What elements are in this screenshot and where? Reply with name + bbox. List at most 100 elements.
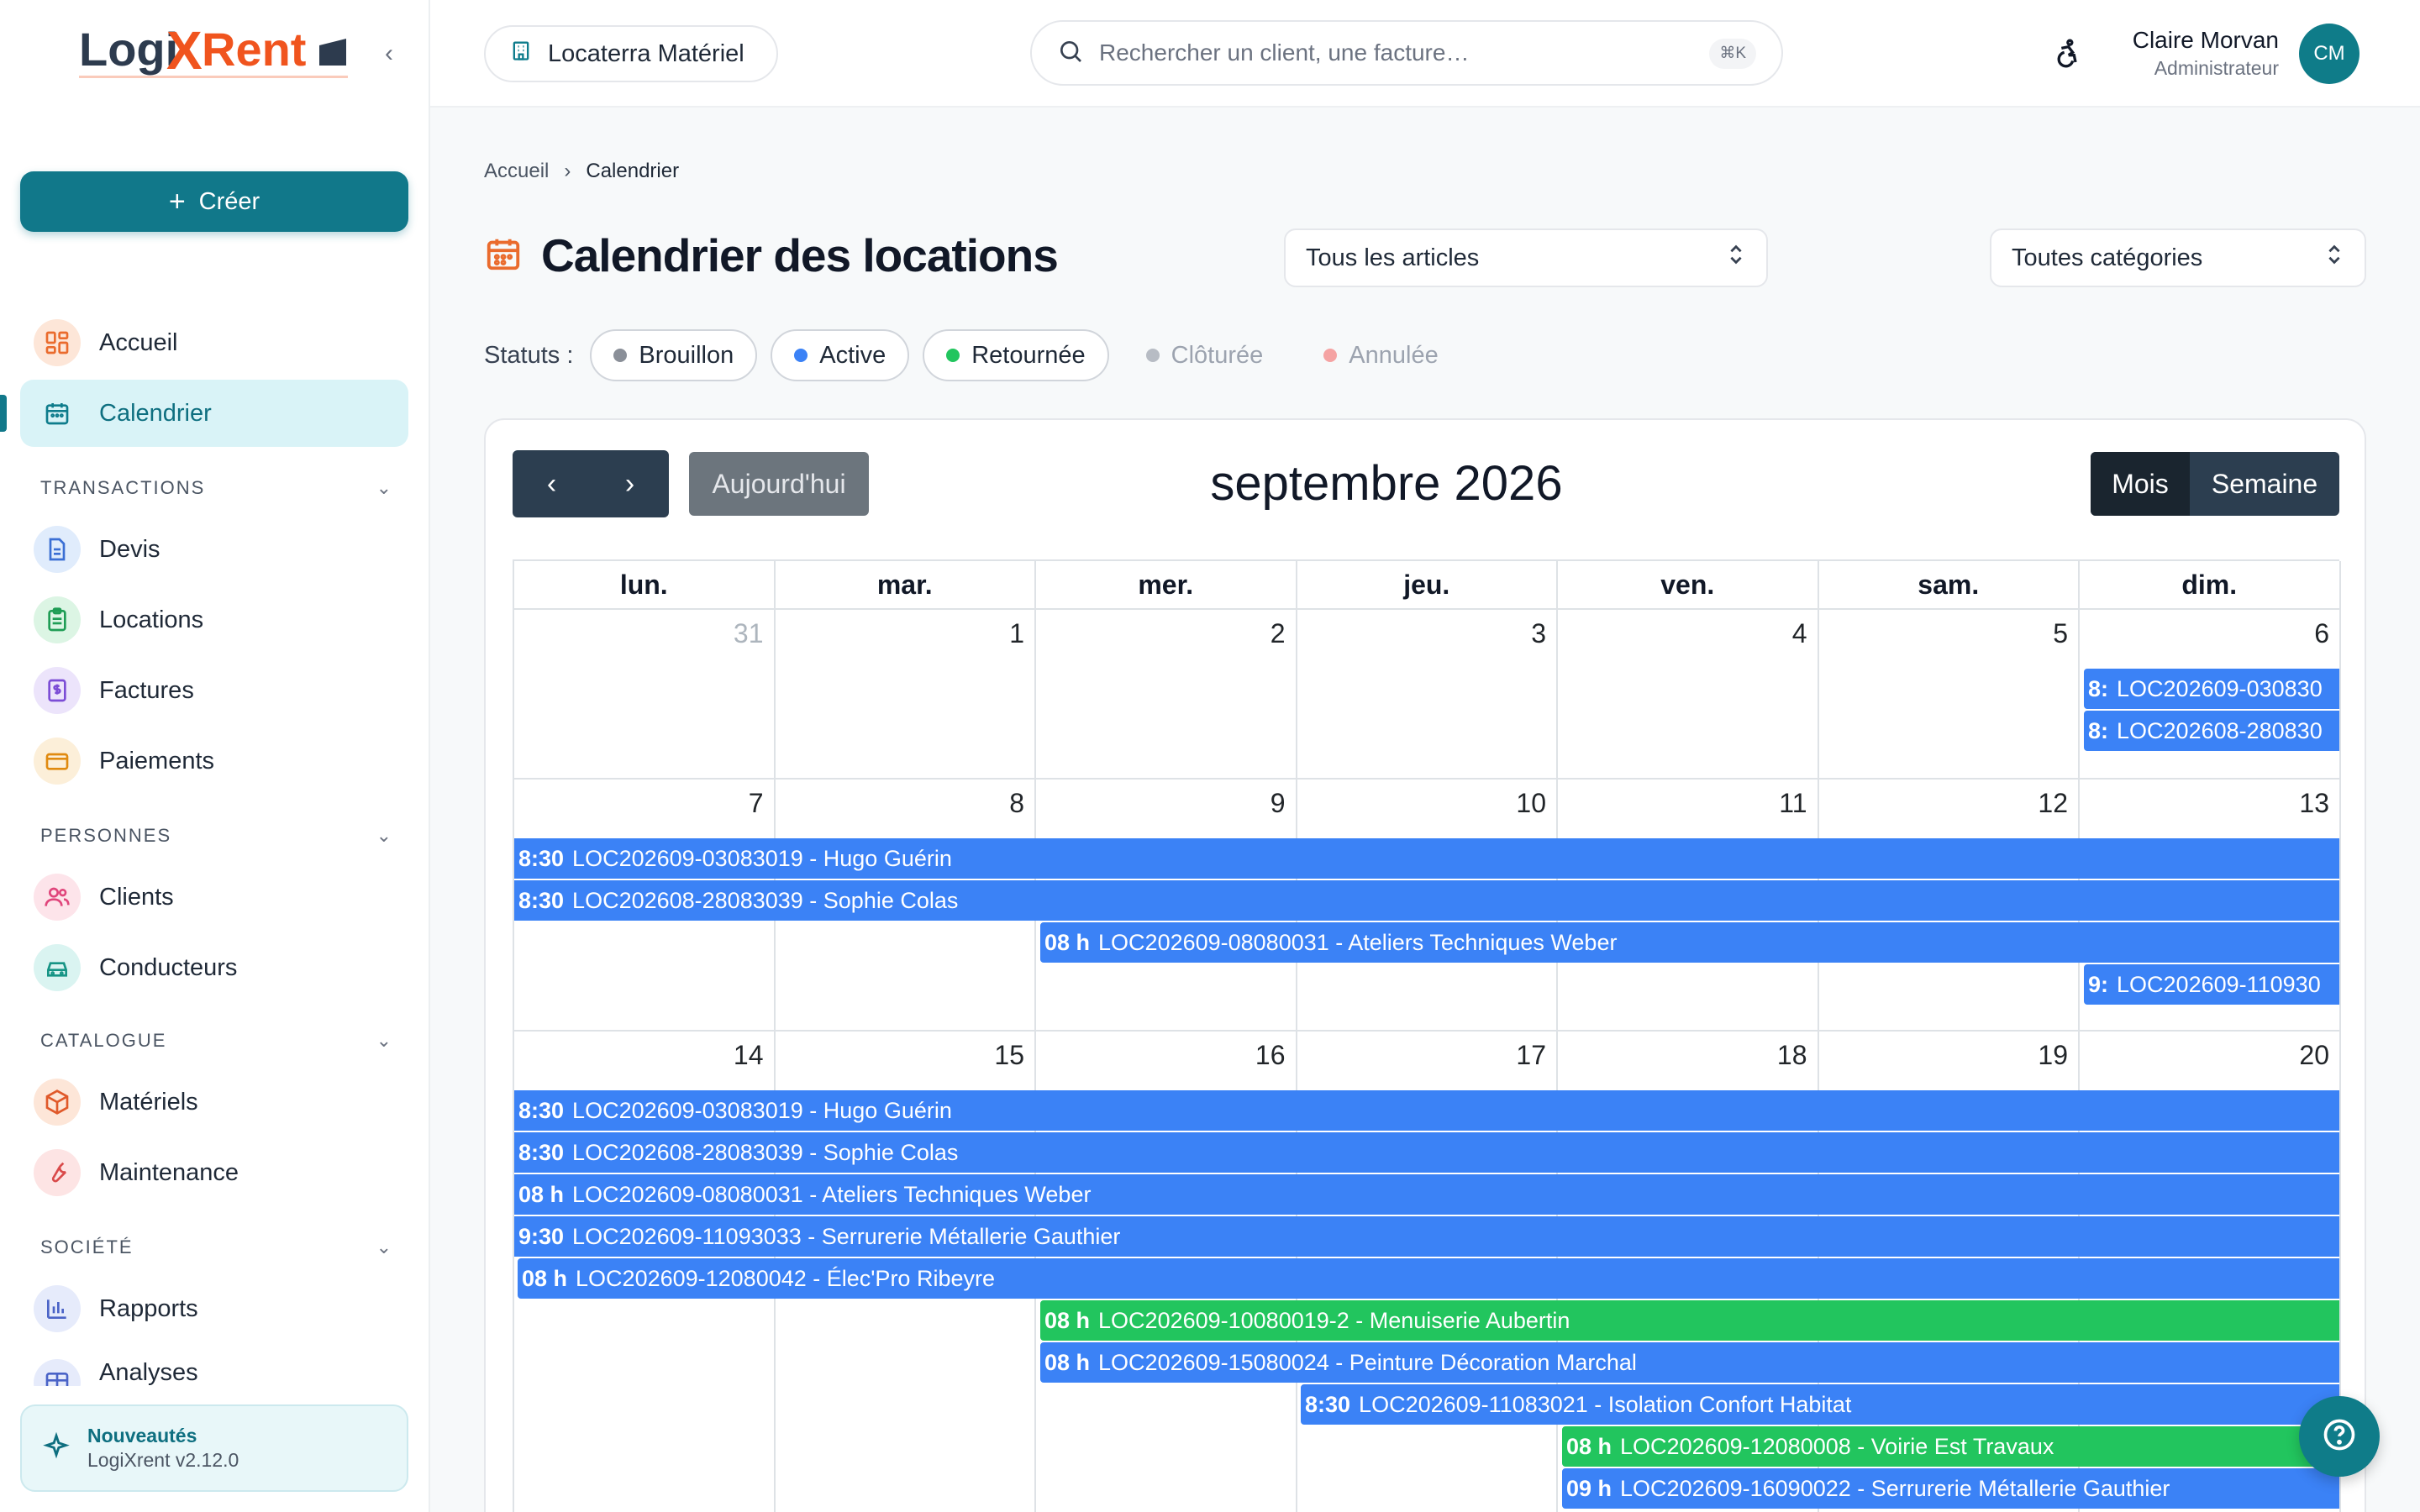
section-personnes[interactable]: PERSONNES ⌄ bbox=[40, 825, 393, 847]
shortcut-badge: ⌘K bbox=[1709, 39, 1756, 69]
weekday-label: jeu. bbox=[1297, 561, 1558, 610]
day-number: 2 bbox=[1270, 618, 1286, 648]
sidebar-item-conducteurs[interactable]: Conducteurs bbox=[20, 934, 408, 1001]
sidebar-item-paiements[interactable]: Paiements bbox=[20, 727, 408, 795]
dashboard-icon bbox=[34, 319, 81, 366]
sidebar-item-devis[interactable]: Devis bbox=[20, 516, 408, 583]
day-cell[interactable]: 31 bbox=[514, 610, 776, 780]
avatar[interactable]: CM bbox=[2299, 24, 2360, 84]
event-time: 8: bbox=[2088, 676, 2109, 701]
statuses-label: Statuts : bbox=[484, 341, 574, 369]
sidebar-item-accueil[interactable]: Accueil bbox=[20, 309, 408, 376]
section-transactions[interactable]: TRANSACTIONS ⌄ bbox=[40, 477, 393, 499]
categories-filter-select[interactable]: Toutes catégories bbox=[1990, 228, 2366, 287]
rental-event[interactable]: 8:30 LOC202608-28083039 - Sophie Colas bbox=[514, 880, 2339, 921]
day-cell[interactable]: 5 bbox=[1818, 610, 2080, 780]
section-label: PERSONNES bbox=[40, 825, 172, 846]
breadcrumb-home[interactable]: Accueil bbox=[484, 160, 549, 183]
status-dot bbox=[1145, 349, 1160, 362]
rental-event[interactable]: 09 h LOC202609-16090022 - Serrurerie Méta… bbox=[1562, 1468, 2339, 1509]
view-week-button[interactable]: Semaine bbox=[2190, 452, 2339, 516]
sidebar-item-calendrier[interactable]: Calendrier bbox=[20, 380, 408, 447]
status-chip-active[interactable]: Active bbox=[771, 329, 910, 381]
view-month-button[interactable]: Mois bbox=[2091, 452, 2190, 516]
search-input[interactable] bbox=[1099, 39, 1704, 66]
sidebar-item-factures[interactable]: Factures bbox=[20, 657, 408, 724]
event-time: 08 h bbox=[1044, 1308, 1091, 1333]
sidebar-item-label: Factures bbox=[99, 676, 194, 704]
event-title: LOC202609-11093033 - Serrurerie Métaller… bbox=[572, 1224, 1121, 1249]
rental-event[interactable]: 8:30 LOC202609-03083019 - Hugo Guérin bbox=[514, 838, 2339, 879]
company-selector[interactable]: Locaterra Matériel bbox=[484, 25, 778, 82]
rental-event[interactable]: 9: LOC202609-110930 bbox=[2084, 964, 2339, 1005]
collapse-sidebar-button[interactable]: ‹ bbox=[376, 37, 402, 71]
accessibility-icon[interactable] bbox=[2050, 37, 2084, 71]
status-chip-annulee[interactable]: Annulée bbox=[1300, 329, 1461, 381]
calendar-nav: ‹ › bbox=[513, 450, 669, 517]
sidebar-item-maintenance[interactable]: Maintenance bbox=[20, 1139, 408, 1206]
status-chip-brouillon[interactable]: Brouillon bbox=[590, 329, 758, 381]
weekday-label: sam. bbox=[1818, 561, 2080, 610]
articles-filter-select[interactable]: Tous les articles bbox=[1284, 228, 1768, 287]
rental-event[interactable]: 9:30 LOC202609-11093033 - Serrurerie Méta… bbox=[514, 1216, 2339, 1257]
day-cell[interactable]: 1 bbox=[775, 610, 1036, 780]
event-title: LOC202608-28083039 - Sophie Colas bbox=[572, 888, 959, 913]
rental-event[interactable]: 8:30 LOC202609-11083021 - Isolation Confo… bbox=[1301, 1384, 2339, 1425]
sidebar-item-analyses[interactable]: Analyses bbox=[20, 1346, 408, 1386]
bar-chart-icon bbox=[34, 1285, 81, 1332]
day-number: 14 bbox=[733, 1040, 764, 1070]
status-dot bbox=[1323, 349, 1338, 362]
section-label: SOCIÉTÉ bbox=[40, 1236, 134, 1257]
section-catalogue[interactable]: CATALOGUE ⌄ bbox=[40, 1030, 393, 1052]
news-card[interactable]: Nouveautés LogiXrent v2.12.0 bbox=[20, 1404, 408, 1492]
event-time: 9: bbox=[2088, 972, 2109, 997]
prev-month-button[interactable]: ‹ bbox=[513, 450, 591, 517]
view-toggle: Mois Semaine bbox=[2091, 452, 2339, 516]
sidebar-item-label: Devis bbox=[99, 535, 160, 563]
rental-event[interactable]: 8: LOC202608-280830 bbox=[2084, 711, 2339, 751]
rental-event[interactable]: 08 h LOC202609-12080042 - Élec'Pro Ribeyr… bbox=[518, 1258, 2339, 1299]
day-number: 19 bbox=[2038, 1040, 2068, 1070]
sidebar-item-label: Accueil bbox=[99, 328, 178, 356]
weekday-label: mer. bbox=[1036, 561, 1297, 610]
sidebar-item-clients[interactable]: Clients bbox=[20, 864, 408, 931]
event-time: 8:30 bbox=[518, 1098, 565, 1123]
create-button-label: Créer bbox=[198, 187, 260, 215]
day-number: 17 bbox=[1516, 1040, 1546, 1070]
day-number: 10 bbox=[1516, 788, 1546, 818]
event-time: 09 h bbox=[1566, 1476, 1612, 1501]
today-button[interactable]: Aujourd'hui bbox=[689, 452, 869, 516]
rental-event[interactable]: 08 h LOC202609-15080024 - Peinture Décora… bbox=[1040, 1342, 2339, 1383]
day-number: 15 bbox=[994, 1040, 1024, 1070]
status-chip-retournee[interactable]: Retournée bbox=[923, 329, 1109, 381]
rental-event-returned[interactable]: 08 h LOC202609-12080008 - Voirie Est Trav… bbox=[1562, 1426, 2339, 1467]
help-button[interactable] bbox=[2299, 1396, 2380, 1477]
event-title: LOC202609-08080031 - Ateliers Techniques… bbox=[1098, 930, 1618, 955]
sidebar-item-materiels[interactable]: Matériels bbox=[20, 1068, 408, 1136]
day-number: 7 bbox=[748, 788, 764, 818]
event-time: 8:30 bbox=[518, 1140, 565, 1165]
document-icon bbox=[34, 526, 81, 573]
rental-event[interactable]: 08 h LOC202609-08080031 - Ateliers Techni… bbox=[514, 1174, 2339, 1215]
rental-event[interactable]: 8:30 LOC202608-28083039 - Sophie Colas bbox=[514, 1132, 2339, 1173]
day-cell[interactable]: 4 bbox=[1558, 610, 1819, 780]
sidebar-item-label: Calendrier bbox=[99, 399, 212, 427]
logixrent-logo[interactable]: Logi X Rent bbox=[79, 22, 356, 89]
status-chip-cloturee[interactable]: Clôturée bbox=[1123, 329, 1287, 381]
sidebar-item-rapports[interactable]: Rapports bbox=[20, 1275, 408, 1342]
rental-event-returned[interactable]: 08 h LOC202609-10080019-2 - Menuiserie Au… bbox=[1040, 1300, 2339, 1341]
next-month-button[interactable]: › bbox=[591, 450, 669, 517]
day-cell[interactable]: 2 bbox=[1036, 610, 1297, 780]
rental-event[interactable]: 8:30 LOC202609-03083019 - Hugo Guérin bbox=[514, 1090, 2339, 1131]
day-number: 8 bbox=[1009, 788, 1024, 818]
news-version: LogiXrent v2.12.0 bbox=[87, 1449, 239, 1471]
global-search[interactable]: ⌘K bbox=[1030, 20, 1783, 86]
section-societe[interactable]: SOCIÉTÉ ⌄ bbox=[40, 1236, 393, 1258]
day-number: 5 bbox=[2053, 618, 2068, 648]
status-filters: Statuts : Brouillon Active Retournée Clô… bbox=[484, 329, 1462, 381]
rental-event[interactable]: 08 h LOC202609-08080031 - Ateliers Techni… bbox=[1040, 922, 2339, 963]
sidebar-item-locations[interactable]: Locations bbox=[20, 586, 408, 654]
rental-event[interactable]: 8: LOC202609-030830 bbox=[2084, 669, 2339, 709]
create-button[interactable]: + Créer bbox=[20, 171, 408, 232]
day-cell[interactable]: 3 bbox=[1297, 610, 1558, 780]
